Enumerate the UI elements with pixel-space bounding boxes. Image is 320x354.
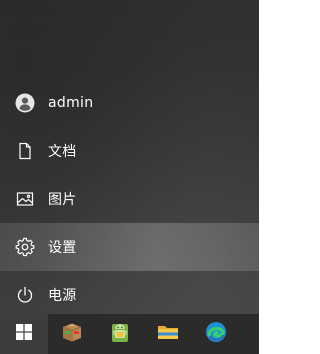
taskbar-android-app[interactable]: [96, 314, 144, 354]
user-name-label: admin: [48, 95, 94, 111]
start-button[interactable]: [0, 314, 48, 354]
gear-icon: [15, 237, 35, 257]
start-menu-left-rail: admin 文档 图片 设置 电源: [0, 79, 259, 319]
pictures-label: 图片: [48, 192, 77, 208]
menu-item-pictures[interactable]: 图片: [0, 175, 259, 223]
power-icon: [15, 285, 35, 305]
menu-item-settings[interactable]: 设置: [0, 223, 259, 271]
document-icon: [15, 141, 35, 161]
menu-item-power[interactable]: 电源: [0, 271, 259, 319]
start-menu-screen: admin 文档 图片 设置 电源: [0, 0, 259, 354]
taskbar-file-explorer[interactable]: [144, 314, 192, 354]
taskbar-edge-browser[interactable]: [192, 314, 240, 354]
package-box-icon: [60, 320, 84, 348]
menu-item-user[interactable]: admin: [0, 79, 259, 127]
taskbar-app-store[interactable]: [48, 314, 96, 354]
power-label: 电源: [48, 288, 77, 304]
settings-label: 设置: [48, 240, 77, 256]
folder-icon: [156, 320, 180, 348]
windows-logo-icon: [16, 324, 32, 344]
documents-label: 文档: [48, 144, 77, 160]
edge-icon: [204, 320, 228, 348]
taskbar: [0, 314, 259, 354]
picture-icon: [15, 189, 35, 209]
android-icon: [108, 320, 132, 348]
menu-item-documents[interactable]: 文档: [0, 127, 259, 175]
user-avatar-icon: [15, 93, 35, 113]
